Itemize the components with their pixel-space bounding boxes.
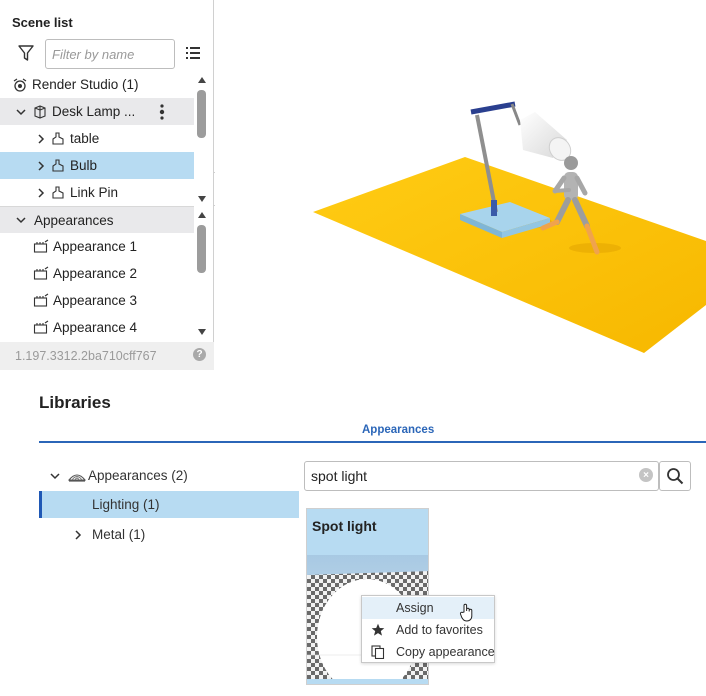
- appearance-icon: [33, 320, 49, 334]
- appearance-label: Appearance 4: [53, 320, 138, 335]
- library-item-lighting[interactable]: Lighting (1): [39, 491, 299, 518]
- chevron-right-icon[interactable]: [36, 133, 46, 144]
- tree-item-label: Render Studio (1): [32, 77, 139, 92]
- tree-group-appearances[interactable]: Appearances: [0, 206, 194, 233]
- library-item-label: Metal (1): [92, 527, 146, 542]
- appearance-label: Appearance 1: [53, 239, 138, 254]
- scroll-up-icon[interactable]: [197, 76, 207, 84]
- tree-item-link-pin[interactable]: Link Pin: [0, 179, 194, 206]
- tree-item-label: Bulb: [70, 158, 98, 173]
- library-tree-root[interactable]: Appearances (2): [50, 462, 188, 489]
- clear-search-icon[interactable]: ×: [639, 468, 653, 482]
- search-icon: [667, 468, 684, 485]
- tab-appearances[interactable]: Appearances: [362, 424, 434, 436]
- appearance-item[interactable]: Appearance 1: [0, 233, 194, 260]
- render-viewport[interactable]: [215, 0, 706, 370]
- menu-item-label: Add to favorites: [396, 623, 483, 637]
- scrollbar-thumb[interactable]: [197, 225, 206, 273]
- appearance-icon: [33, 266, 49, 280]
- context-menu: Assign Add to favorites Copy appearance: [361, 595, 495, 663]
- appearance-icon: [33, 293, 49, 307]
- copy-icon: [371, 645, 385, 659]
- scroll-down-icon[interactable]: [197, 195, 207, 203]
- libraries-title: Libraries: [39, 393, 111, 412]
- material-icon: [68, 473, 86, 482]
- filter-input[interactable]: [45, 39, 175, 69]
- appearance-label: Appearance 3: [53, 293, 138, 308]
- more-options-icon[interactable]: [158, 103, 166, 121]
- part-icon: [52, 158, 64, 172]
- menu-item-assign[interactable]: Assign: [362, 597, 494, 622]
- version-label: 1.197.3312.2ba710cff767: [0, 342, 214, 370]
- tree-group-label: Appearances: [34, 212, 114, 228]
- scene-render: [313, 101, 706, 353]
- menu-item-copy-appearance[interactable]: Copy appearance: [362, 641, 495, 663]
- part-icon: [52, 185, 64, 199]
- scroll-down-icon[interactable]: [197, 328, 207, 336]
- chevron-down-icon[interactable]: [50, 471, 60, 481]
- search-input[interactable]: [304, 461, 659, 491]
- appearance-item[interactable]: Appearance 4: [0, 314, 194, 341]
- tree-item-label: Desk Lamp ...: [52, 104, 136, 119]
- scroll-up-icon[interactable]: [197, 211, 207, 219]
- library-item-metal[interactable]: Metal (1): [73, 521, 145, 548]
- appearance-label: Appearance 2: [53, 266, 138, 281]
- chevron-right-icon[interactable]: [73, 529, 83, 540]
- menu-item-label: Assign: [396, 601, 434, 615]
- menu-item-label: Copy appearance: [396, 645, 495, 659]
- appearance-card-title: Spot light: [312, 518, 377, 534]
- star-icon: [371, 623, 385, 636]
- appearance-icon: [33, 239, 49, 253]
- chevron-right-icon[interactable]: [36, 187, 46, 198]
- scene-list-panel: Scene list Render Studio (1) Desk Lamp .…: [0, 0, 214, 370]
- chevron-right-icon[interactable]: [36, 160, 46, 171]
- filter-icon[interactable]: [17, 44, 35, 62]
- tree-item-label: table: [70, 131, 100, 146]
- appearance-item[interactable]: Appearance 2: [0, 260, 194, 287]
- help-icon[interactable]: ?: [193, 348, 206, 361]
- library-item-label: Lighting (1): [92, 497, 160, 512]
- assembly-icon: [34, 104, 46, 119]
- tree-item-label: Link Pin: [70, 185, 119, 200]
- menu-item-add-to-favorites[interactable]: Add to favorites: [362, 619, 494, 641]
- search-button[interactable]: [659, 461, 691, 491]
- list-view-icon[interactable]: [185, 45, 201, 61]
- selection-indicator: [39, 491, 42, 518]
- tree-item-render-studio[interactable]: Render Studio (1): [0, 71, 194, 98]
- scrollbar-thumb[interactable]: [197, 90, 206, 138]
- chevron-down-icon[interactable]: [16, 215, 26, 225]
- tree-item-bulb[interactable]: Bulb: [0, 152, 194, 179]
- chevron-down-icon[interactable]: [16, 107, 26, 117]
- tree-item-desk-lamp[interactable]: Desk Lamp ...: [0, 98, 194, 125]
- scene-list-title: Scene list: [12, 15, 73, 30]
- floor-plane: [313, 157, 706, 353]
- appearance-item[interactable]: Appearance 3: [0, 287, 194, 314]
- tab-underline: [39, 441, 706, 443]
- part-icon: [52, 131, 64, 145]
- library-tree-root-label: Appearances (2): [88, 468, 188, 483]
- tree-item-table[interactable]: table: [0, 125, 194, 152]
- render-studio-icon: [13, 78, 27, 92]
